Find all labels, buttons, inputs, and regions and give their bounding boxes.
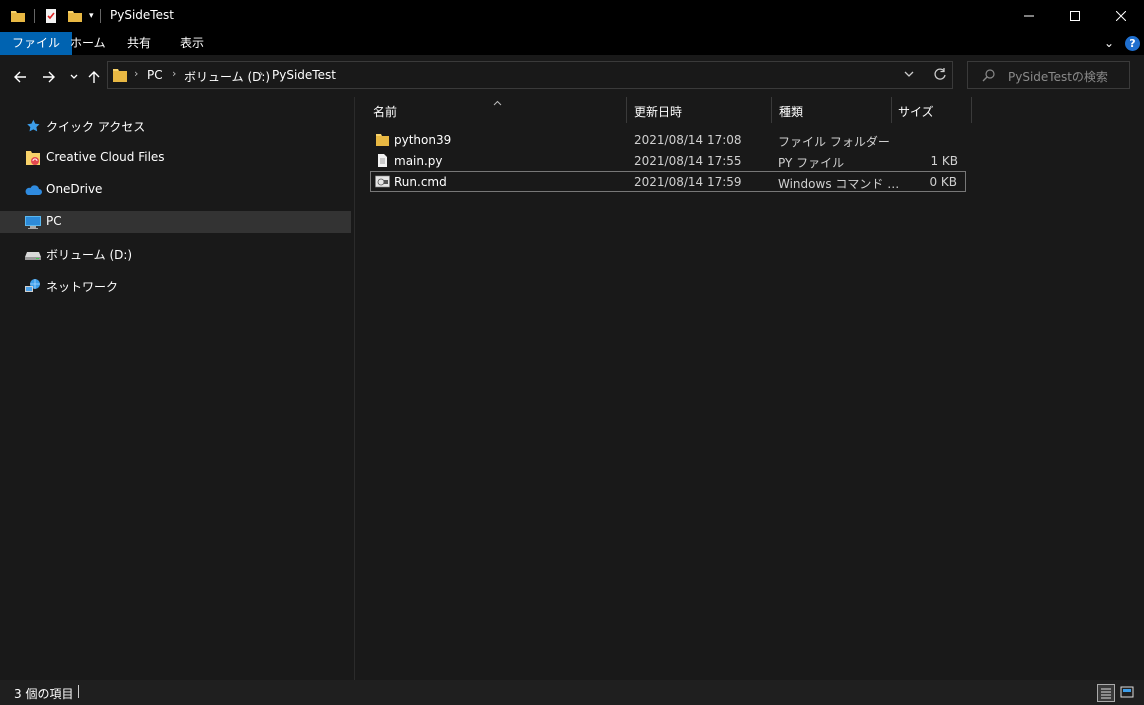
chevron-down-icon [70, 74, 78, 79]
tab-share[interactable]: 共有 [115, 32, 163, 55]
nav-item-pc[interactable]: PC [0, 211, 351, 233]
file-name: Run.cmd [394, 175, 447, 189]
column-header-type[interactable]: 種類 [773, 97, 891, 123]
file-list: 名前 更新日時 種類 サイズ python39 2021/08/14 17:08… [355, 97, 1144, 680]
column-divider[interactable] [771, 97, 772, 123]
file-date: 2021/08/14 17:08 [634, 133, 742, 147]
nav-item-label: ボリューム (D:) [46, 248, 133, 262]
navigation-pane: クイック アクセス Creative Cloud Files OneDrive … [0, 97, 354, 680]
customize-dropdown-icon[interactable]: ▾ [89, 11, 94, 21]
large-icons-view-button[interactable] [1119, 684, 1137, 702]
help-icon[interactable]: ? [1125, 36, 1140, 51]
expand-ribbon-icon[interactable]: ⌄ [1104, 36, 1114, 50]
status-bar: 3 個の項目 [0, 680, 1144, 705]
column-header-label: 更新日時 [634, 105, 683, 119]
arrow-right-icon [43, 71, 55, 83]
file-icon [378, 154, 387, 167]
network-icon [25, 279, 40, 292]
column-divider[interactable] [971, 97, 972, 123]
close-icon [1116, 11, 1126, 21]
column-header-label: 種類 [779, 105, 804, 119]
maximize-button[interactable] [1052, 0, 1098, 32]
recent-locations-button[interactable] [64, 67, 84, 87]
breadcrumb-separator: › [172, 67, 177, 80]
forward-button[interactable] [39, 67, 59, 87]
breadcrumb-separator: › [259, 67, 264, 80]
nav-item-network[interactable]: ネットワーク [0, 275, 351, 297]
close-button[interactable] [1098, 0, 1144, 32]
window-title: PySideTest [110, 8, 174, 22]
minimize-icon [1024, 15, 1034, 17]
nav-item-label: Creative Cloud Files [46, 150, 165, 164]
cmd-icon [375, 175, 390, 188]
quick-access-toolbar: ▾ [10, 7, 101, 25]
drive-icon [25, 252, 41, 260]
toolbar-separator [99, 9, 101, 23]
column-header-name[interactable]: 名前 [367, 97, 626, 123]
nav-item-creative-cloud-files[interactable]: Creative Cloud Files [0, 147, 351, 169]
file-row-run-cmd[interactable]: Run.cmd 2021/08/14 17:59 Windows コマンド … … [370, 171, 966, 192]
file-name: main.py [394, 154, 443, 168]
item-count: 3 個の項目 [14, 687, 74, 701]
back-button[interactable] [10, 67, 30, 87]
tab-view[interactable]: 表示 [168, 32, 216, 55]
file-date: 2021/08/14 17:59 [634, 175, 742, 189]
nav-item-quick-access[interactable]: クイック アクセス [0, 115, 351, 137]
folder-icon [376, 134, 389, 146]
new-folder-icon[interactable] [67, 8, 83, 24]
refresh-icon[interactable] [933, 67, 947, 84]
properties-icon[interactable] [43, 8, 59, 24]
folder-icon[interactable] [10, 8, 26, 24]
arrow-up-icon [88, 71, 100, 83]
maximize-icon [1070, 11, 1080, 21]
search-placeholder: PySideTestの検索 [1008, 70, 1108, 84]
title-bar: ▾ PySideTest [0, 0, 1144, 32]
breadcrumb-pc[interactable]: PC [147, 68, 163, 82]
nav-item-label: OneDrive [46, 182, 103, 196]
star-icon [27, 119, 40, 132]
cloud-icon [25, 185, 42, 195]
file-size: 0 KB [929, 175, 957, 189]
address-bar[interactable]: › PC › ボリューム (D:) › PySideTest [107, 61, 953, 89]
tab-home[interactable]: ホーム [58, 32, 118, 55]
breadcrumb-separator: › [134, 67, 139, 80]
column-header-label: サイズ [898, 105, 934, 119]
large-icons-view-icon [1120, 686, 1134, 698]
nav-item-volume-d[interactable]: ボリューム (D:) [0, 243, 351, 265]
file-name: python39 [394, 133, 452, 147]
file-date: 2021/08/14 17:55 [634, 154, 742, 168]
file-row-main-py[interactable]: main.py 2021/08/14 17:55 PY ファイル 1 KB [370, 150, 966, 171]
file-type: Windows コマンド … [778, 177, 900, 191]
up-button[interactable] [84, 67, 104, 87]
nav-item-onedrive[interactable]: OneDrive [0, 179, 351, 201]
computer-icon [25, 216, 41, 229]
creative-cloud-folder-icon [26, 151, 40, 165]
column-divider[interactable] [626, 97, 627, 123]
file-row-python39[interactable]: python39 2021/08/14 17:08 ファイル フォルダー [370, 129, 966, 150]
minimize-button[interactable] [1006, 0, 1052, 32]
address-history-dropdown-icon[interactable] [904, 67, 914, 81]
arrow-left-icon [14, 71, 26, 83]
toolbar-separator [34, 9, 35, 23]
details-view-icon [1101, 688, 1111, 699]
search-icon [982, 69, 995, 82]
file-size: 1 KB [930, 154, 958, 168]
details-view-button[interactable] [1097, 684, 1115, 702]
nav-item-label: クイック アクセス [46, 120, 146, 134]
folder-icon [113, 69, 127, 82]
breadcrumb-pysidetest[interactable]: PySideTest [272, 68, 336, 82]
column-header-date[interactable]: 更新日時 [628, 97, 770, 123]
breadcrumb-volume-d[interactable]: ボリューム (D:) [184, 68, 270, 85]
file-type: PY ファイル [778, 156, 845, 170]
search-box[interactable]: PySideTestの検索 [967, 61, 1130, 89]
column-header-label: 名前 [373, 105, 398, 119]
file-type: ファイル フォルダー [778, 135, 890, 149]
status-separator [78, 685, 79, 698]
nav-item-label: ネットワーク [46, 280, 119, 294]
nav-item-label: PC [46, 214, 62, 228]
ribbon-tabs: ファイル ホーム 共有 表示 ⌄ ? [0, 32, 1144, 55]
column-header-size[interactable]: サイズ [892, 97, 970, 123]
